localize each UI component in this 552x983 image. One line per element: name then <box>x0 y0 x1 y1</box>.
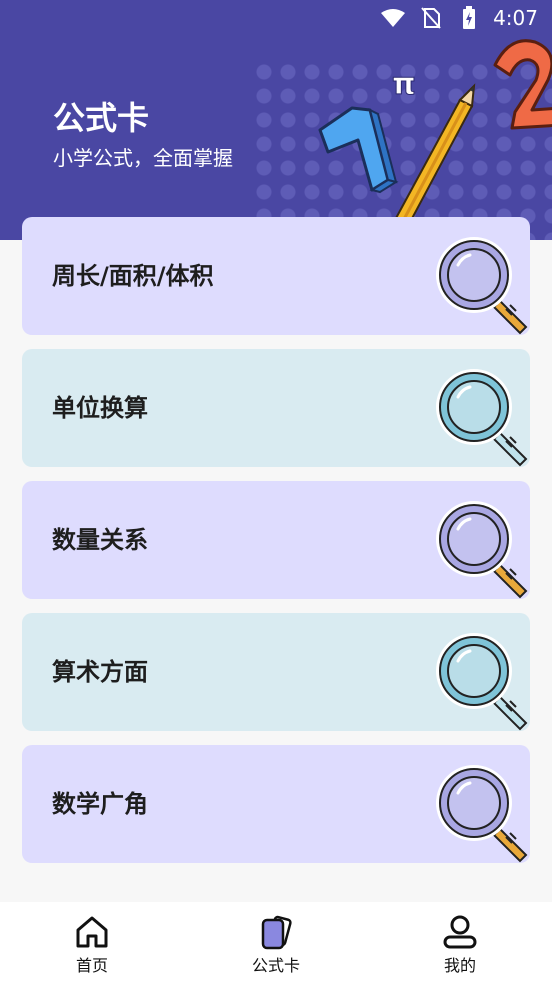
pi-symbol: π <box>392 67 416 102</box>
card-label: 算术方面 <box>52 658 148 686</box>
digit-two-decor <box>493 39 552 130</box>
card-unit-conversion[interactable]: 单位换算 <box>22 349 530 467</box>
card-quantity-relations[interactable]: 数量关系 <box>22 481 530 599</box>
tab-profile-label: 我的 <box>443 956 476 975</box>
tab-profile[interactable]: 我的 <box>368 902 552 983</box>
card-label: 周长/面积/体积 <box>52 262 214 290</box>
magnifier-icon <box>436 237 528 335</box>
magnifier-icon <box>436 633 528 731</box>
status-time: 4:07 <box>493 6 538 30</box>
magnifier-icon <box>436 501 528 599</box>
pencil-decor <box>393 83 476 228</box>
math-illustration: π <box>318 39 552 228</box>
battery-icon <box>455 6 483 29</box>
bottom-tab-bar: 首页 公式卡 我的 <box>0 902 552 983</box>
magnifier-icon <box>436 369 528 467</box>
digit-one-decor <box>318 106 399 194</box>
card-label: 单位换算 <box>52 394 148 422</box>
home-icon <box>76 916 108 948</box>
tab-formula-cards-label: 公式卡 <box>251 956 300 975</box>
card-math-wide-angle[interactable]: 数学广角 <box>22 745 530 863</box>
profile-icon <box>443 915 477 949</box>
tab-home-label: 首页 <box>75 956 108 975</box>
card-perimeter-area-volume[interactable]: 周长/面积/体积 <box>22 217 530 335</box>
cards-icon <box>261 915 292 950</box>
page-subtitle: 小学公式，全面掌握 <box>53 146 233 170</box>
magnifier-icon <box>436 765 528 863</box>
tab-formula-cards[interactable]: 公式卡 <box>184 902 368 983</box>
header-banner: 4:07 公式卡 小学公式，全面掌握 π <box>0 0 552 240</box>
no-sim-icon <box>417 7 445 29</box>
card-label: 数量关系 <box>52 526 148 554</box>
tab-home[interactable]: 首页 <box>0 902 184 983</box>
card-arithmetic[interactable]: 算术方面 <box>22 613 530 731</box>
wifi-icon <box>379 7 407 29</box>
page-title: 公式卡 <box>53 99 150 137</box>
card-label: 数学广角 <box>52 790 148 818</box>
